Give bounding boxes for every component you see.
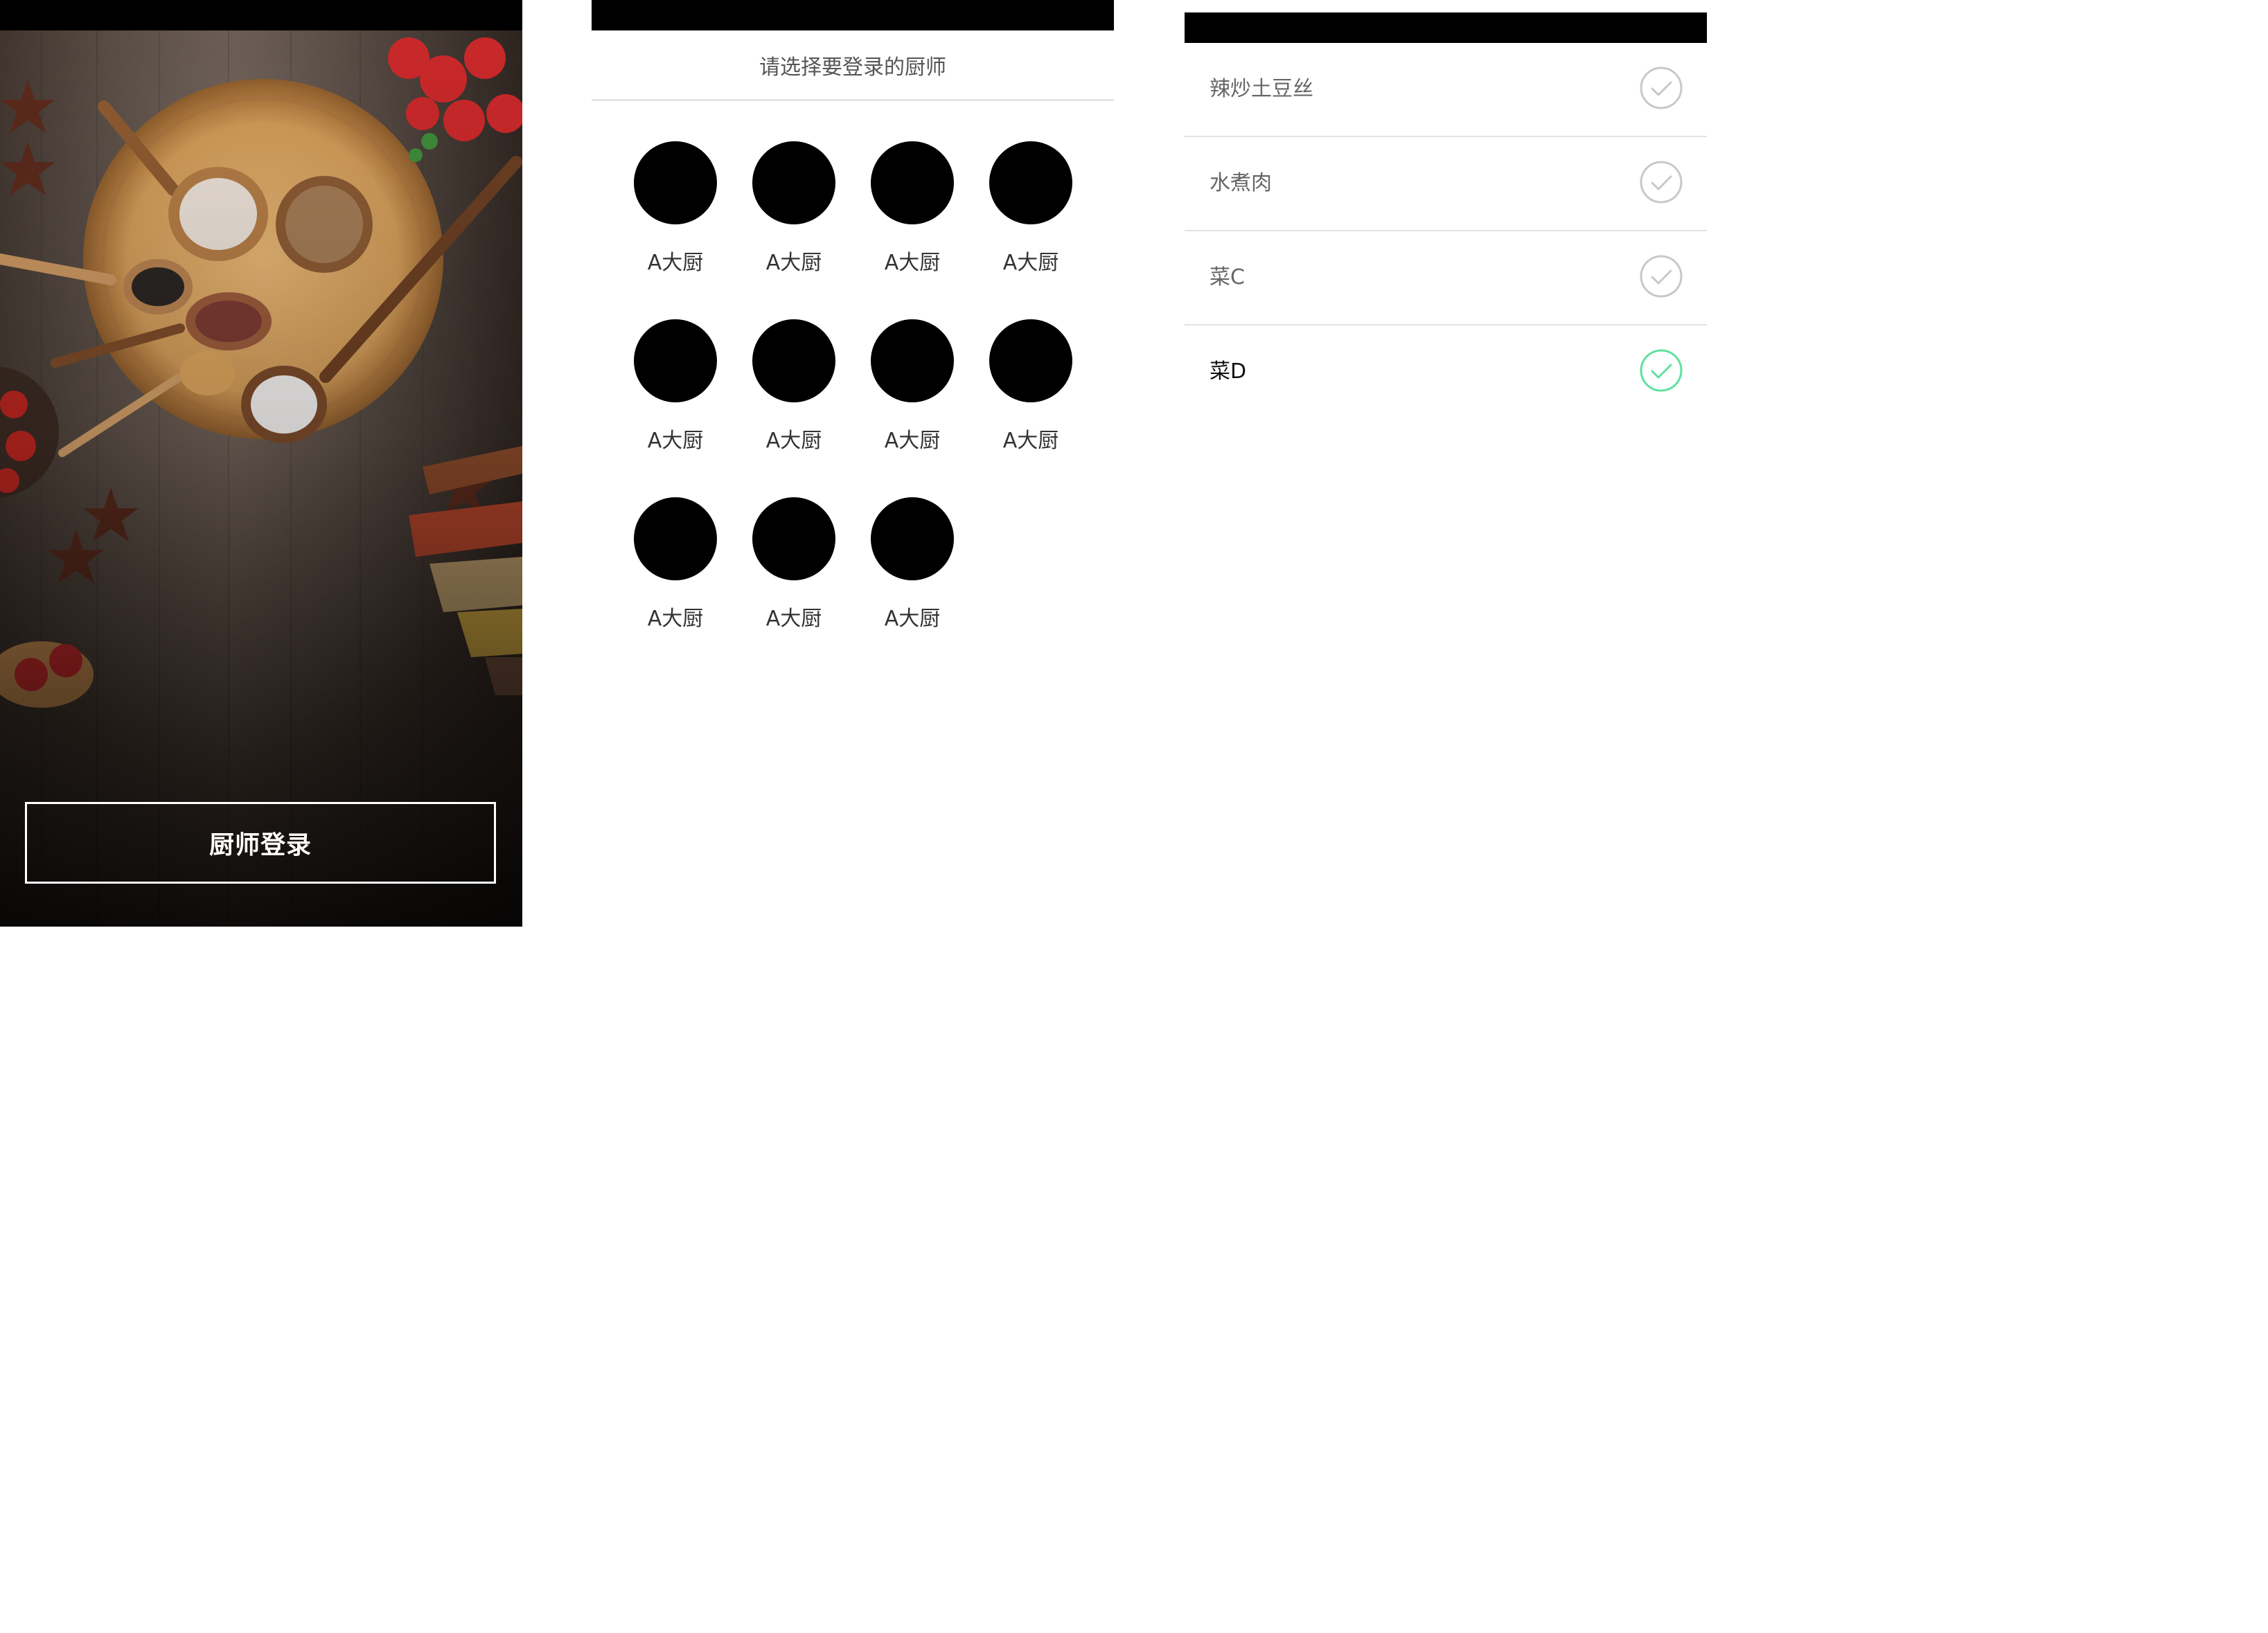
dish-name: 菜C bbox=[1210, 265, 1245, 289]
check-circle-icon[interactable] bbox=[1639, 160, 1683, 204]
chef-name: A大厨 bbox=[1002, 251, 1059, 275]
chef-item[interactable]: A大厨 bbox=[986, 141, 1076, 294]
chef-name: A大厨 bbox=[1002, 429, 1059, 453]
chef-avatar bbox=[752, 319, 835, 402]
page: 厨师登录 请选择要登录的厨师 A大厨 A大厨 A大厨 A大厨 A大厨 A大厨 A… bbox=[0, 0, 2268, 1633]
chef-item[interactable]: A大厨 bbox=[749, 319, 839, 472]
chef-item[interactable]: A大厨 bbox=[630, 319, 720, 472]
dish-name: 辣炒土豆丝 bbox=[1210, 77, 1313, 101]
dish-list: 辣炒土豆丝 水煮肉 菜C 菜D bbox=[1185, 43, 1707, 420]
chef-item[interactable]: A大厨 bbox=[867, 497, 957, 650]
chef-item[interactable]: A大厨 bbox=[630, 141, 720, 294]
check-circle-selected-icon[interactable] bbox=[1639, 348, 1683, 393]
chef-name: A大厨 bbox=[884, 607, 941, 631]
chef-item[interactable]: A大厨 bbox=[867, 319, 957, 472]
chef-name: A大厨 bbox=[647, 607, 704, 631]
chef-item[interactable]: A大厨 bbox=[749, 497, 839, 650]
chef-item[interactable]: A大厨 bbox=[630, 497, 720, 650]
status-bar bbox=[592, 0, 1114, 30]
dish-row[interactable]: 辣炒土豆丝 bbox=[1185, 43, 1707, 137]
chef-name: A大厨 bbox=[765, 251, 822, 275]
chef-name: A大厨 bbox=[884, 251, 941, 275]
status-bar bbox=[0, 0, 522, 30]
spice-background-photo bbox=[0, 30, 522, 927]
chef-name: A大厨 bbox=[884, 429, 941, 453]
chef-avatar bbox=[989, 141, 1072, 224]
chef-item[interactable]: A大厨 bbox=[749, 141, 839, 294]
dish-name: 菜D bbox=[1210, 359, 1247, 384]
chef-avatar bbox=[634, 141, 717, 224]
chef-avatar bbox=[752, 497, 835, 580]
chef-login-button[interactable]: 厨师登录 bbox=[25, 802, 496, 884]
chef-select-screen: 请选择要登录的厨师 A大厨 A大厨 A大厨 A大厨 A大厨 A大厨 A大厨 A大… bbox=[592, 0, 1114, 665]
check-circle-icon[interactable] bbox=[1639, 66, 1683, 110]
chef-avatar bbox=[871, 497, 954, 580]
check-circle-icon[interactable] bbox=[1639, 254, 1683, 298]
chef-avatar bbox=[989, 319, 1072, 402]
status-bar bbox=[1185, 12, 1707, 43]
dish-select-screen: 辣炒土豆丝 水煮肉 菜C 菜D bbox=[1185, 0, 1707, 416]
chef-item[interactable]: A大厨 bbox=[986, 319, 1076, 472]
chef-name: A大厨 bbox=[647, 429, 704, 453]
dish-name: 水煮肉 bbox=[1210, 171, 1272, 195]
dish-row[interactable]: 水煮肉 bbox=[1185, 137, 1707, 231]
chef-name: A大厨 bbox=[765, 607, 822, 631]
chef-name: A大厨 bbox=[647, 251, 704, 275]
chef-avatar bbox=[634, 497, 717, 580]
chef-item[interactable]: A大厨 bbox=[867, 141, 957, 294]
dish-row[interactable]: 菜C bbox=[1185, 231, 1707, 325]
chef-name: A大厨 bbox=[765, 429, 822, 453]
dish-row-selected[interactable]: 菜D bbox=[1185, 325, 1707, 420]
chef-avatar bbox=[871, 319, 954, 402]
chef-avatar bbox=[871, 141, 954, 224]
chef-avatar bbox=[752, 141, 835, 224]
chef-avatar bbox=[634, 319, 717, 402]
login-screen: 厨师登录 bbox=[0, 0, 522, 927]
page-title: 请选择要登录的厨师 bbox=[592, 30, 1114, 101]
